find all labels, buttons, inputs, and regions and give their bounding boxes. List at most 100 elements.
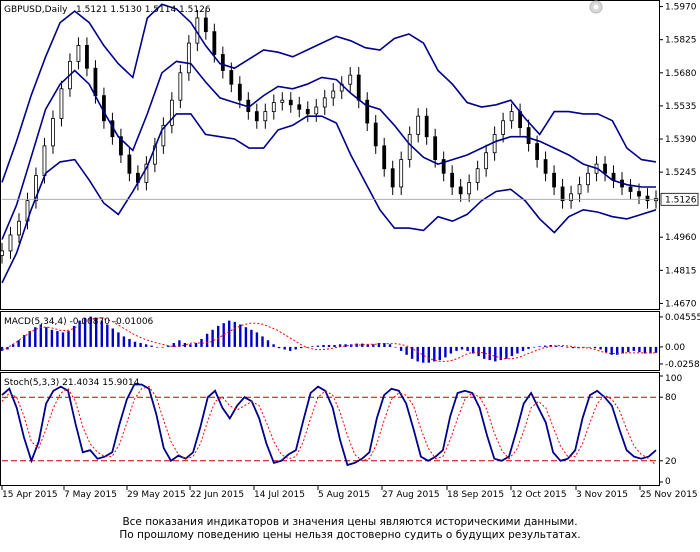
price-tick-label: 1.4960 — [665, 233, 697, 243]
candle-body — [552, 172, 556, 188]
macd-bar — [477, 346, 480, 357]
macd-tick-label: 0.04555 — [665, 313, 700, 323]
macd-bar — [327, 345, 331, 347]
macd-bar — [255, 332, 259, 347]
macd-bar — [333, 345, 336, 347]
candle-body — [263, 111, 268, 122]
macd-bar — [67, 331, 70, 347]
price-tick-label: 1.5535 — [665, 102, 697, 112]
macd-bar — [272, 344, 275, 347]
candle-body — [450, 172, 455, 188]
macd-bar — [189, 344, 192, 347]
macd-bar — [300, 346, 303, 349]
macd-bar — [34, 327, 37, 347]
macd-bar — [122, 336, 126, 347]
date-tick-label: 12 Oct 2015 — [511, 490, 567, 500]
macd-bar — [460, 346, 464, 350]
gear-icon[interactable] — [589, 0, 603, 14]
stoch-tick-label: 0 — [665, 477, 671, 487]
candle-body — [229, 70, 234, 85]
candle-body — [467, 182, 472, 195]
stoch-panel-frame — [0, 372, 660, 486]
macd-bar — [150, 345, 153, 347]
macd-bar — [627, 346, 630, 353]
price-tick-label: 1.5680 — [665, 69, 697, 79]
macd-bar — [544, 345, 547, 347]
macd-bar — [505, 346, 508, 359]
candle-body — [611, 172, 616, 181]
candle-body — [51, 118, 55, 147]
candle-body — [212, 31, 217, 55]
price-tick-label: 1.5126 — [665, 195, 697, 205]
price-panel-frame — [0, 0, 660, 310]
stoch-main-line — [1, 383, 657, 467]
candle-body — [305, 108, 310, 115]
macd-bar — [266, 340, 270, 347]
price-panel — [0, 3, 659, 284]
candle-body — [407, 134, 412, 160]
macd-bar — [593, 346, 597, 349]
date-tick-label: 27 Aug 2015 — [382, 490, 440, 500]
candle-body — [501, 120, 506, 135]
price-tick-label: 1.5390 — [665, 135, 697, 145]
macd-bar — [211, 329, 214, 347]
macd-bar — [494, 346, 497, 362]
candle-body — [637, 191, 641, 197]
macd-bar — [161, 346, 164, 348]
price-tick-label: 1.4815 — [665, 266, 697, 276]
macd-bar — [433, 346, 436, 362]
date-tick-label: 18 Sep 2015 — [447, 490, 504, 500]
macd-bar — [449, 346, 453, 354]
macd-bar — [466, 346, 469, 351]
macd-bar — [638, 346, 641, 353]
candle-body — [280, 99, 285, 103]
date-tick-label: 14 Jul 2015 — [254, 490, 305, 500]
macd-bar — [283, 346, 286, 350]
macd-bar — [133, 341, 137, 347]
date-tick-label: 22 Jun 2015 — [190, 490, 244, 500]
price-tick-label: 1.5970 — [665, 3, 697, 13]
macd-bar — [250, 329, 253, 347]
candle-body — [93, 67, 98, 97]
price-ohlc: 1.5121 1.5130 1.5114 1.5126 — [76, 5, 211, 15]
macd-bar — [72, 325, 76, 347]
macd-bar — [228, 320, 231, 347]
candle-body — [577, 184, 582, 195]
macd-bar — [106, 324, 109, 347]
macd-bar — [322, 345, 325, 347]
macd-bar — [510, 346, 514, 357]
candle-body — [59, 88, 64, 119]
macd-bar — [405, 346, 408, 355]
candle-body — [220, 54, 225, 71]
macd-bar — [289, 346, 292, 351]
macd-bar — [194, 343, 198, 347]
candle-body — [433, 136, 438, 160]
candle-body — [8, 234, 13, 252]
macd-bar — [316, 345, 320, 347]
macd-bar — [604, 346, 608, 353]
date-tick-label: 15 Apr 2015 — [2, 490, 58, 500]
macd-bar — [139, 343, 142, 347]
candle-body — [603, 163, 607, 174]
candle-body — [102, 95, 106, 122]
stoch-title: Stoch(5,3,3) 21.4034 15.9014 — [4, 378, 140, 388]
macd-bar — [128, 339, 131, 347]
candle-body — [322, 97, 327, 108]
disclaimer: Все показания индикаторов и значения цен… — [0, 516, 700, 542]
candle-body — [85, 44, 89, 69]
macd-bar — [45, 327, 48, 347]
candle-body — [543, 159, 548, 174]
stoch-panel — [1, 383, 659, 467]
macd-title: MACD(5,34,4) -0.00870 -0.01006 — [4, 317, 154, 327]
candle-body — [127, 154, 132, 174]
macd-bar — [28, 331, 31, 347]
price-title: GBPUSD,Daily — [4, 5, 68, 15]
candle-body — [373, 122, 378, 147]
macd-bar — [444, 346, 447, 358]
date-tick-label: 25 Nov 2015 — [640, 490, 698, 500]
candle-body — [348, 74, 353, 85]
macd-bar — [156, 346, 159, 348]
macd-bar — [144, 344, 148, 347]
date-tick-label: 5 Aug 2015 — [318, 490, 370, 500]
candle-body — [356, 74, 361, 101]
